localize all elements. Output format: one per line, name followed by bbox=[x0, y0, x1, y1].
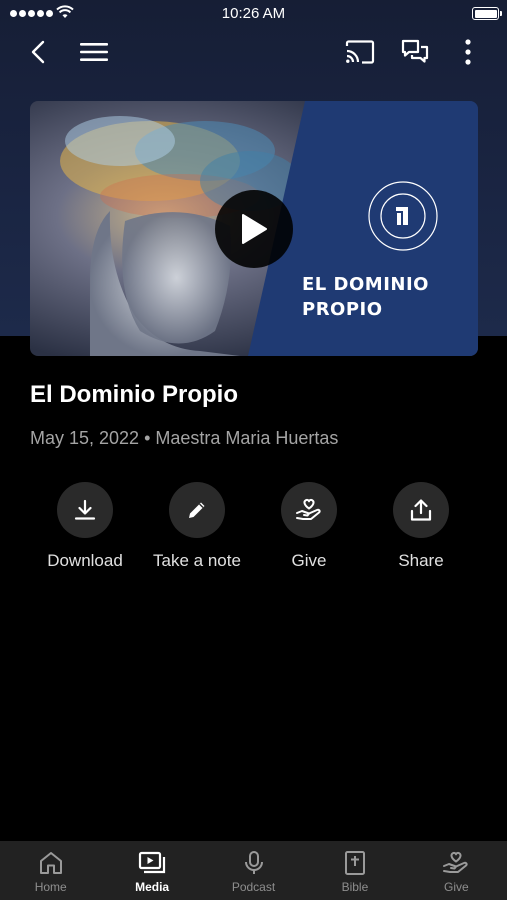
chat-button[interactable] bbox=[397, 36, 433, 68]
menu-button[interactable] bbox=[76, 36, 112, 68]
share-icon bbox=[410, 499, 432, 521]
battery-icon bbox=[472, 7, 502, 20]
play-button[interactable] bbox=[215, 190, 293, 268]
tab-home[interactable]: Home bbox=[0, 841, 101, 900]
bible-icon bbox=[344, 851, 365, 875]
status-time: 10:26 AM bbox=[221, 5, 286, 22]
thumbnail-title-line1: EL DOMINIO bbox=[302, 274, 429, 295]
download-button[interactable]: Download bbox=[25, 482, 145, 571]
tab-bible[interactable]: Bible bbox=[304, 841, 405, 900]
take-note-circle[interactable] bbox=[169, 482, 225, 538]
download-icon bbox=[74, 499, 96, 520]
action-row: Download Take a note Give Share bbox=[0, 482, 507, 582]
church-logo-icon bbox=[368, 181, 438, 251]
status-bar: 10:26 AM bbox=[0, 0, 507, 28]
bottom-tab-bar: Home Media Podcast Bible Give bbox=[0, 841, 507, 900]
giving-hand-icon bbox=[296, 498, 321, 520]
chat-bubbles-icon bbox=[401, 39, 429, 63]
giving-hand-icon bbox=[443, 851, 468, 873]
download-label: Download bbox=[47, 551, 123, 570]
chevron-left-icon bbox=[31, 40, 45, 64]
tab-media-label: Media bbox=[135, 880, 170, 894]
take-note-label: Take a note bbox=[153, 551, 241, 570]
download-circle[interactable] bbox=[57, 482, 113, 538]
cast-button[interactable] bbox=[342, 36, 378, 68]
thumbnail-title: EL DOMINIO PROPIO bbox=[302, 272, 477, 322]
hamburger-icon bbox=[80, 43, 108, 61]
give-label: Give bbox=[291, 551, 327, 570]
tab-bible-label: Bible bbox=[341, 880, 369, 894]
home-icon bbox=[39, 852, 62, 874]
microphone-icon bbox=[244, 851, 263, 874]
tab-home-label: Home bbox=[34, 880, 67, 894]
media-meta: May 15, 2022 • Maestra Maria Huertas bbox=[30, 428, 339, 448]
take-note-button[interactable]: Take a note bbox=[137, 482, 257, 571]
tab-give[interactable]: Give bbox=[406, 841, 507, 900]
tab-give-label: Give bbox=[443, 880, 469, 894]
pencil-icon bbox=[189, 502, 205, 518]
tab-podcast-label: Podcast bbox=[231, 880, 276, 894]
give-button[interactable]: Give bbox=[249, 482, 369, 571]
media-title: El Dominio Propio bbox=[30, 381, 238, 408]
share-circle[interactable] bbox=[393, 482, 449, 538]
share-button[interactable]: Share bbox=[361, 482, 481, 571]
play-icon bbox=[242, 214, 267, 244]
give-circle[interactable] bbox=[281, 482, 337, 538]
back-button[interactable] bbox=[22, 36, 54, 68]
more-options-button[interactable] bbox=[454, 36, 482, 68]
more-vertical-icon bbox=[465, 39, 471, 65]
tab-podcast[interactable]: Podcast bbox=[203, 841, 304, 900]
thumbnail-title-line2: PROPIO bbox=[302, 299, 383, 320]
share-label: Share bbox=[398, 551, 444, 570]
cast-icon bbox=[345, 40, 375, 64]
tab-media[interactable]: Media bbox=[101, 841, 202, 900]
media-icon bbox=[139, 851, 166, 874]
